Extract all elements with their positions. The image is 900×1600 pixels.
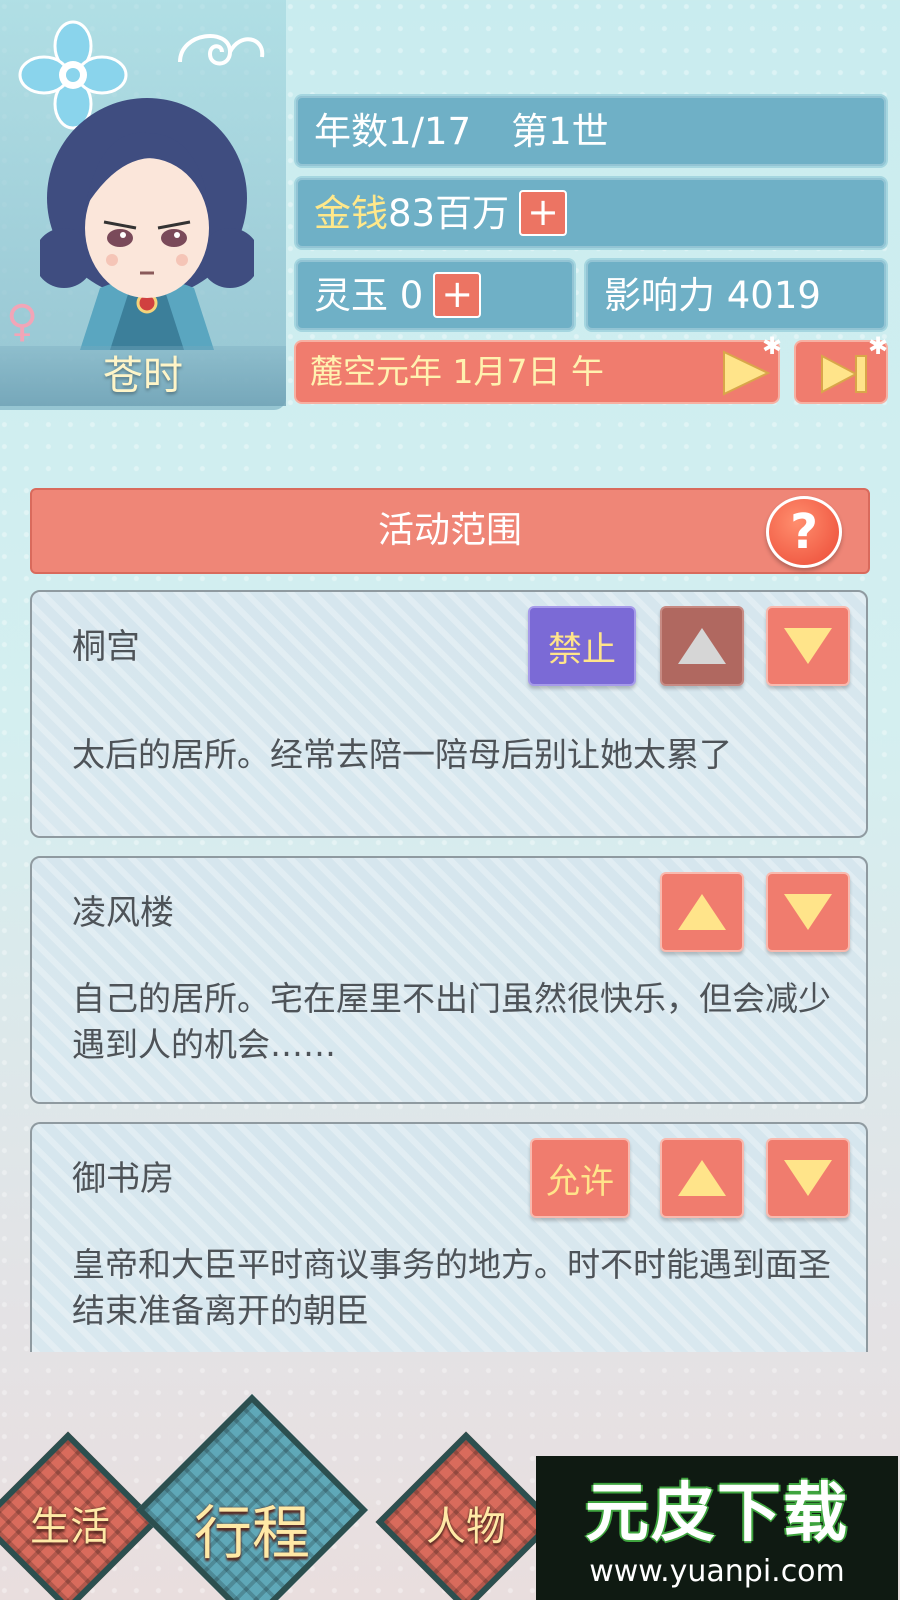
nav-life-label[interactable]: 生活 (0, 1494, 140, 1552)
location-description: 自己的居所。宅在屋里不出门虽然很快乐，但会减少遇到人的机会…… (72, 979, 831, 1064)
move-up-button[interactable] (660, 1138, 744, 1218)
help-button[interactable]: ? (766, 496, 842, 568)
character-avatar (40, 98, 254, 350)
jade-label: 灵玉 0 (314, 273, 424, 317)
year-label: 年数1/17 (314, 109, 472, 153)
location-name: 桐宫 (72, 627, 140, 667)
location-card-yushufang: 御书房 允许 皇帝和大臣平时商议事务的地方。时不时能遇到面圣结束准备离开的朝臣 (30, 1122, 868, 1352)
add-jade-button[interactable]: + (433, 272, 482, 318)
arrow-up-icon (678, 628, 726, 664)
arrow-down-icon (784, 1160, 832, 1196)
jade-bar: 灵玉 0 + (294, 258, 576, 332)
location-card-tonggong: 桐宫 禁止 太后的居所。经常去陪一陪母后别让她太累了 (30, 590, 868, 838)
location-card-lingfenglou: 凌风楼 自己的居所。宅在屋里不出门虽然很快乐，但会减少遇到人的机会…… (30, 856, 868, 1104)
year-generation-bar: 年数1/17 第1世 (294, 94, 888, 168)
section-title: 活动范围 (30, 488, 870, 574)
location-description: 太后的居所。经常去陪一陪母后别让她太累了 (72, 735, 732, 774)
money-bar: 金钱 83百万 + (294, 176, 888, 250)
date-text: 麓空元年 1月7日 午 (310, 352, 604, 391)
move-up-button[interactable] (660, 872, 744, 952)
arrow-up-icon (678, 894, 726, 930)
location-name: 凌风楼 (72, 893, 174, 933)
move-up-button[interactable] (660, 606, 744, 686)
arrow-down-icon (784, 894, 832, 930)
watermark-title: 元皮下载 (585, 1477, 849, 1551)
nav-schedule-label[interactable]: 行程 (172, 1486, 332, 1570)
money-label: 金钱 (314, 191, 388, 235)
sparkle-icon: ✱ (868, 332, 889, 360)
female-gender-icon: ♀ (6, 296, 39, 347)
allow-toggle-button[interactable]: 允许 (530, 1138, 630, 1218)
location-description: 皇帝和大臣平时商议事务的地方。时不时能遇到面圣结束准备离开的朝臣 (72, 1245, 831, 1330)
character-name: 苍时 (0, 346, 286, 406)
arrow-up-icon (678, 1160, 726, 1196)
money-value: 83百万 (388, 191, 510, 235)
cloud-swirl-icon (178, 34, 265, 66)
watermark-url: www.yuanpi.com (589, 1554, 845, 1589)
forbid-toggle-button[interactable]: 禁止 (528, 606, 636, 686)
move-down-button[interactable] (766, 606, 850, 686)
nav-people-label[interactable]: 人物 (396, 1494, 536, 1552)
sparkle-icon: ✱ (762, 332, 783, 360)
location-name: 御书房 (72, 1159, 174, 1199)
add-money-button[interactable]: + (519, 190, 568, 236)
arrow-down-icon (784, 628, 832, 664)
generation-label: 第1世 (511, 109, 609, 153)
influence-label: 影响力 4019 (604, 273, 821, 317)
move-down-button[interactable] (766, 872, 850, 952)
watermark: 元皮下载 www.yuanpi.com (536, 1456, 898, 1600)
move-down-button[interactable] (766, 1138, 850, 1218)
date-bar: 麓空元年 1月7日 午 (294, 340, 780, 404)
influence-bar: 影响力 4019 (584, 258, 888, 332)
